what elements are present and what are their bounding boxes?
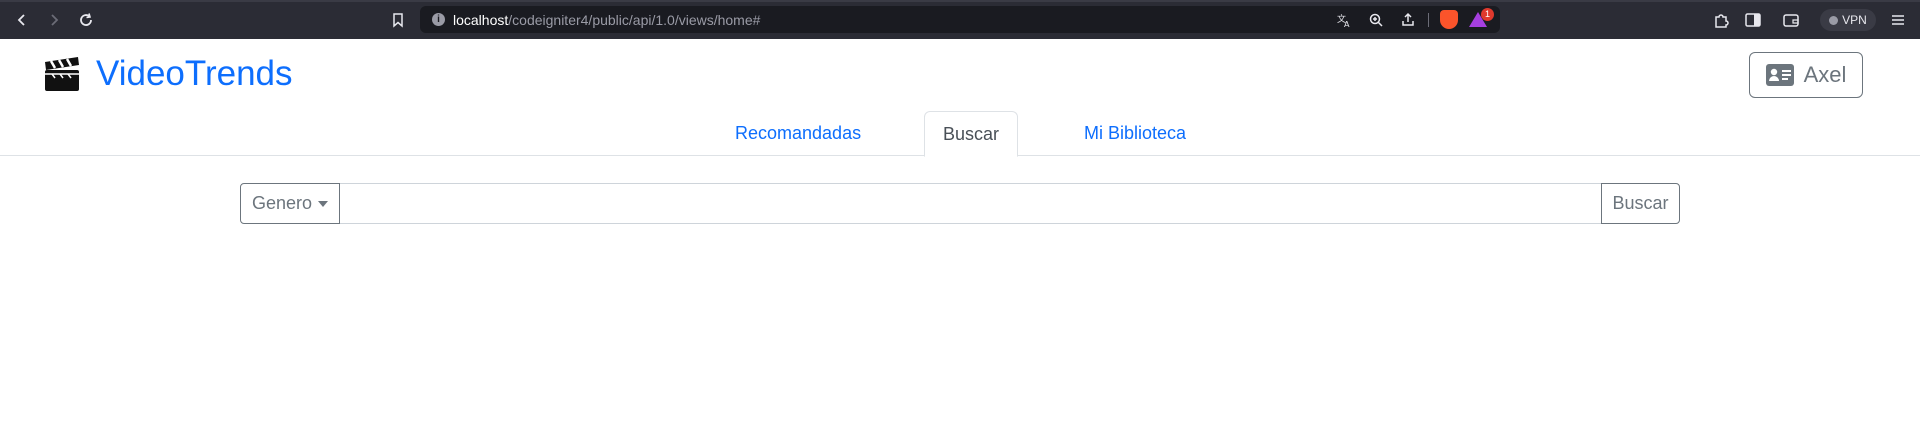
bookmark-icon [393,13,403,28]
sidebar-icon[interactable] [1744,11,1762,29]
id-card-icon [1765,64,1794,86]
address-bar[interactable]: i localhost/codeigniter4/public/api/1.0/… [420,6,1500,33]
forward-button[interactable] [42,8,66,32]
zoom-icon[interactable] [1368,12,1384,28]
extensions-icon[interactable] [1712,11,1730,29]
search-input[interactable] [340,183,1601,224]
vpn-label: VPN [1842,13,1867,27]
translate-icon[interactable]: 文A [1336,12,1352,28]
site-info-icon[interactable]: i [432,13,445,26]
menu-icon[interactable] [1889,11,1907,29]
main-tabs: Recomandadas Buscar Mi Biblioteca [0,111,1920,157]
browser-toolbar: i localhost/codeigniter4/public/api/1.0/… [0,0,1920,39]
vpn-button[interactable]: VPN [1820,9,1876,31]
url-text[interactable]: localhost/codeigniter4/public/api/1.0/vi… [453,12,760,28]
tab-strip [0,0,1920,2]
svg-text:A: A [1344,20,1350,28]
share-icon[interactable] [1400,12,1416,28]
reload-button[interactable] [74,8,98,32]
rewards-badge: 1 [1481,8,1494,21]
reload-icon [80,13,92,26]
genre-dropdown[interactable]: Genero [240,183,340,224]
user-profile-button[interactable]: Axel [1749,52,1863,98]
forward-arrow-icon [51,14,59,26]
user-name: Axel [1803,62,1847,87]
vpn-status-icon [1829,15,1839,25]
clapperboard-icon [45,57,79,91]
tab-buscar[interactable]: Buscar [924,111,1019,157]
tab-recomandadas[interactable]: Recomandadas [717,111,879,156]
url-path: /codeigniter4/public/api/1.0/views/home# [508,12,761,28]
divider [1428,13,1429,27]
bookmark-button[interactable] [386,8,410,32]
caret-down-icon [318,200,329,207]
tab-mi-biblioteca[interactable]: Mi Biblioteca [1066,111,1204,156]
search-form: Genero Buscar [240,183,1680,224]
genre-label: Genero [251,193,313,213]
back-arrow-icon [17,14,25,26]
brand-link[interactable]: VideoTrends [42,54,293,94]
back-button[interactable] [10,8,34,32]
brave-shields-icon[interactable] [1440,10,1458,29]
wallet-icon[interactable] [1782,11,1800,29]
brand-name: VideoTrends [96,54,293,93]
url-host: localhost [453,12,509,28]
search-button[interactable]: Buscar [1601,183,1680,224]
